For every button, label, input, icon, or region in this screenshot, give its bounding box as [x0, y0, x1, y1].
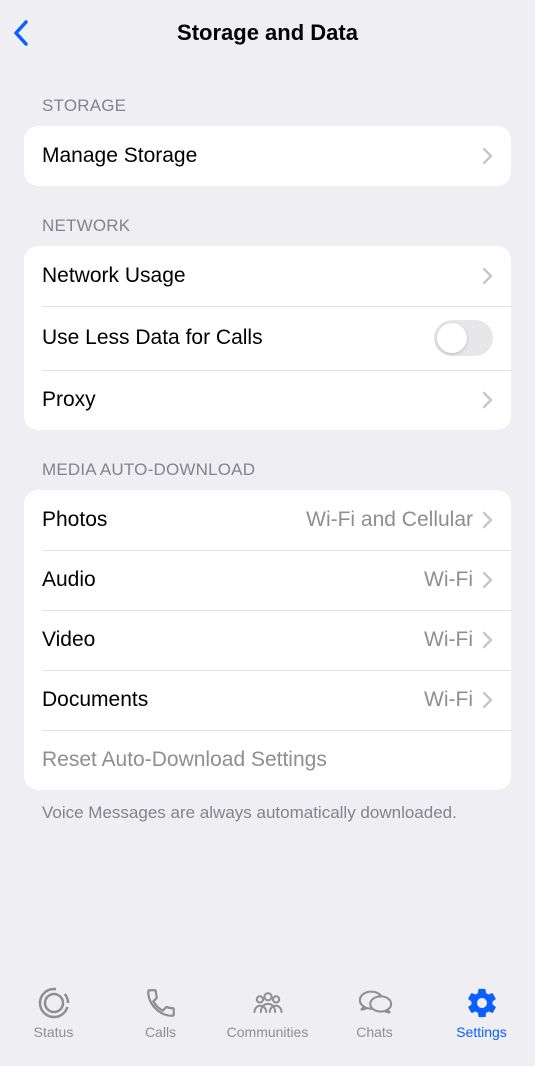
row-documents[interactable]: Documents Wi-Fi	[24, 670, 511, 730]
tab-label: Status	[34, 1024, 74, 1040]
row-value: Wi-Fi	[424, 568, 473, 592]
chevron-right-icon	[483, 147, 493, 165]
row-use-less-data: Use Less Data for Calls	[24, 306, 511, 370]
tab-status[interactable]: Status	[0, 986, 107, 1040]
row-label: Video	[42, 628, 424, 652]
section-media-footer: Voice Messages are always automatically …	[0, 790, 535, 825]
section-network-header: NETWORK	[0, 216, 535, 246]
section-network: NETWORK Network Usage Use Less Data for …	[0, 216, 535, 430]
row-photos[interactable]: Photos Wi-Fi and Cellular	[24, 490, 511, 550]
row-manage-storage[interactable]: Manage Storage	[24, 126, 511, 186]
chevron-right-icon	[483, 511, 493, 529]
chevron-right-icon	[483, 631, 493, 649]
row-video[interactable]: Video Wi-Fi	[24, 610, 511, 670]
chevron-left-icon	[12, 19, 30, 47]
row-value: Wi-Fi	[424, 628, 473, 652]
row-network-usage[interactable]: Network Usage	[24, 246, 511, 306]
group-media: Photos Wi-Fi and Cellular Audio Wi-Fi Vi…	[24, 490, 511, 790]
chevron-right-icon	[483, 391, 493, 409]
row-value: Wi-Fi and Cellular	[306, 508, 473, 532]
row-label: Documents	[42, 688, 424, 712]
settings-icon	[464, 986, 500, 1020]
section-media: MEDIA AUTO-DOWNLOAD Photos Wi-Fi and Cel…	[0, 460, 535, 825]
back-button[interactable]	[12, 19, 30, 47]
section-media-header: MEDIA AUTO-DOWNLOAD	[0, 460, 535, 490]
tab-communities[interactable]: Communities	[214, 986, 321, 1040]
row-value: Wi-Fi	[424, 688, 473, 712]
chats-icon	[357, 986, 393, 1020]
row-proxy[interactable]: Proxy	[24, 370, 511, 430]
row-label: Network Usage	[42, 264, 483, 288]
navbar: Storage and Data	[0, 0, 535, 66]
chevron-right-icon	[483, 691, 493, 709]
row-label: Photos	[42, 508, 306, 532]
tab-label: Calls	[145, 1024, 176, 1040]
row-label: Proxy	[42, 388, 483, 412]
section-storage: STORAGE Manage Storage	[0, 96, 535, 186]
group-storage: Manage Storage	[24, 126, 511, 186]
tabbar: Status Calls Communities	[0, 976, 535, 1066]
page-title: Storage and Data	[177, 20, 358, 46]
calls-icon	[143, 986, 179, 1020]
status-icon	[36, 986, 72, 1020]
tab-calls[interactable]: Calls	[107, 986, 214, 1040]
group-network: Network Usage Use Less Data for Calls Pr…	[24, 246, 511, 430]
use-less-data-toggle[interactable]	[434, 320, 493, 356]
tab-label: Settings	[456, 1024, 507, 1040]
tab-settings[interactable]: Settings	[428, 986, 535, 1040]
row-label: Reset Auto-Download Settings	[42, 748, 493, 772]
tab-chats[interactable]: Chats	[321, 986, 428, 1040]
chevron-right-icon	[483, 571, 493, 589]
chevron-right-icon	[483, 267, 493, 285]
row-audio[interactable]: Audio Wi-Fi	[24, 550, 511, 610]
communities-icon	[250, 986, 286, 1020]
row-label: Manage Storage	[42, 144, 483, 168]
tab-label: Chats	[356, 1024, 393, 1040]
section-storage-header: STORAGE	[0, 96, 535, 126]
row-reset-auto-download[interactable]: Reset Auto-Download Settings	[24, 730, 511, 790]
row-label: Audio	[42, 568, 424, 592]
tab-label: Communities	[227, 1024, 309, 1040]
row-label: Use Less Data for Calls	[42, 326, 434, 350]
